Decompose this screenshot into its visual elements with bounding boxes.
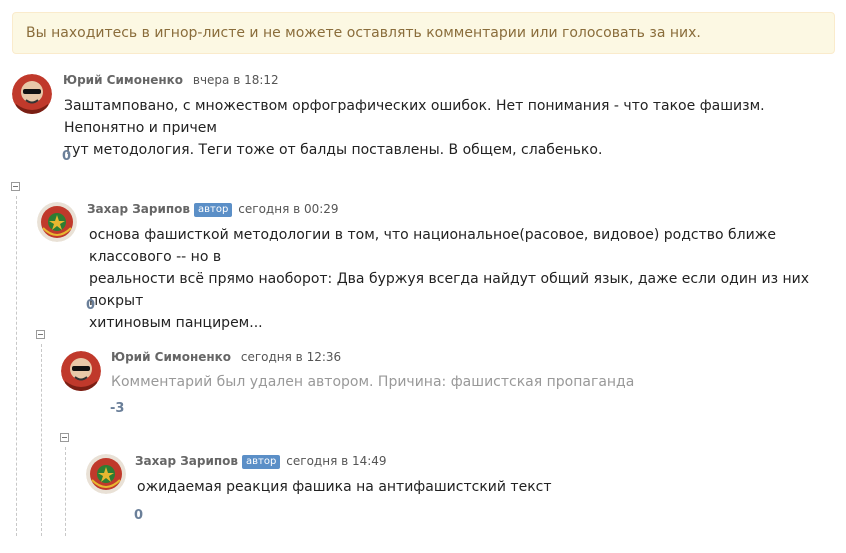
comment-text-line: ожидаемая реакция фашика на антифашистск…	[137, 479, 552, 495]
comment-time[interactable]: вчера в 18:12	[193, 73, 279, 87]
comment-time[interactable]: сегодня в 12:36	[241, 350, 341, 364]
comment-score: -3	[110, 401, 125, 416]
comment-score: 0	[86, 298, 96, 313]
comment-author[interactable]: Юрий Симоненко	[63, 73, 183, 87]
comment-score: 0	[134, 508, 144, 523]
thread-line	[65, 447, 66, 536]
avatar[interactable]	[12, 74, 52, 114]
comment-text-line: Заштамповано, с множеством орфографическ…	[64, 98, 765, 136]
comment-author[interactable]: Захар Зарипов	[87, 202, 190, 216]
avatar[interactable]	[61, 351, 101, 391]
comment-text-line: тут методология. Теги тоже от балды пост…	[64, 142, 603, 158]
comment-text-line: основа фашисткой методологии в том, что …	[89, 227, 776, 265]
avatar[interactable]	[86, 454, 126, 494]
thread-line	[41, 344, 42, 536]
deleted-comment-notice: Комментарий был удален автором. Причина:…	[111, 374, 635, 390]
author-badge: автор	[193, 203, 233, 217]
comment-time[interactable]: сегодня в 00:29	[238, 202, 338, 216]
collapse-toggle-icon[interactable]	[11, 182, 20, 191]
collapse-toggle-icon[interactable]	[60, 433, 69, 442]
comment-author[interactable]: Юрий Симоненко	[111, 350, 231, 364]
collapse-toggle-icon[interactable]	[36, 330, 45, 339]
author-badge: автор	[241, 455, 281, 469]
comment-text-line: реальности всё прямо наоборот: Два буржу…	[89, 271, 810, 309]
comment-author[interactable]: Захар Зарипов	[135, 454, 238, 468]
thread-line	[16, 196, 17, 536]
comment-score: 0	[62, 149, 72, 164]
ignore-list-notice: Вы находитесь в игнор-листе и не можете …	[12, 12, 835, 54]
comment-time[interactable]: сегодня в 14:49	[286, 454, 386, 468]
avatar[interactable]	[37, 202, 77, 242]
comment-text-line: хитиновым панцирем...	[89, 315, 263, 331]
